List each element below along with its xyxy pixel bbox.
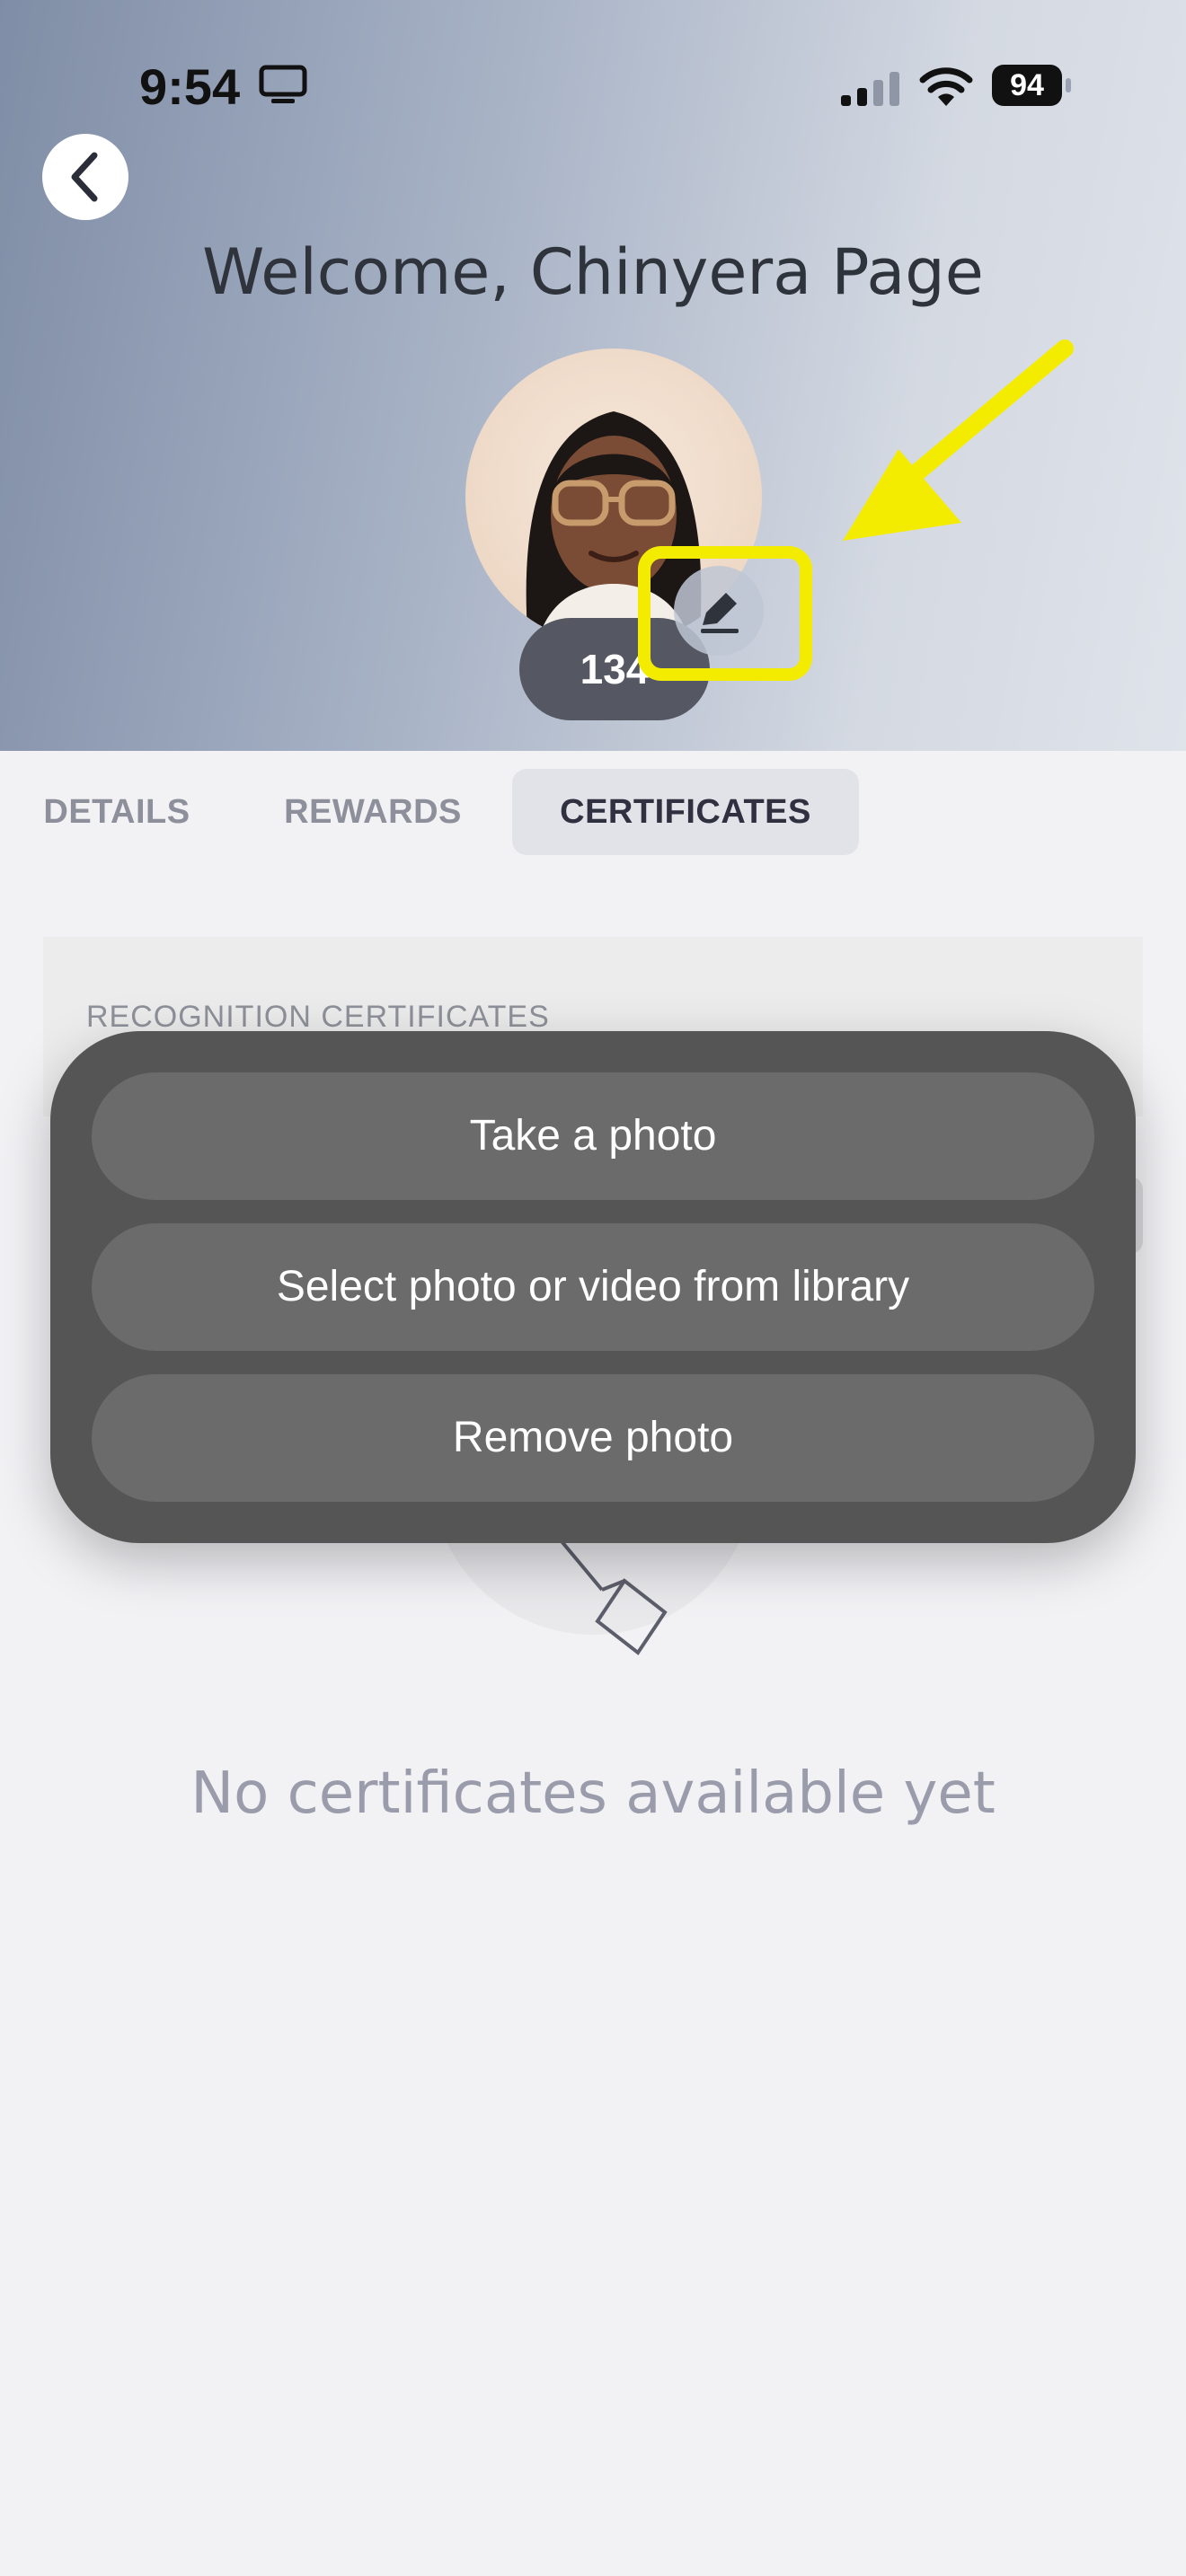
signal-icon bbox=[841, 72, 899, 106]
take-photo-button[interactable]: Take a photo bbox=[92, 1072, 1094, 1200]
back-button[interactable] bbox=[42, 134, 128, 220]
status-time: 9:54 bbox=[139, 58, 241, 115]
page-title: Welcome, Chinyera Page bbox=[202, 235, 984, 309]
tab-bar: DETAILS REWARDS CERTIFICATES bbox=[0, 751, 1186, 886]
tab-rewards[interactable]: REWARDS bbox=[261, 769, 485, 855]
tv-icon bbox=[259, 65, 307, 103]
empty-state-text: No certificates available yet bbox=[190, 1760, 996, 1827]
battery-level: 94 bbox=[992, 65, 1062, 106]
arrow-icon bbox=[843, 340, 1074, 541]
remove-photo-button[interactable]: Remove photo bbox=[92, 1374, 1094, 1502]
photo-action-sheet: Take a photo Select photo or video from … bbox=[50, 1031, 1136, 1543]
highlight-box bbox=[638, 546, 812, 681]
battery-indicator: 94 bbox=[992, 65, 1071, 106]
tab-certificates[interactable]: CERTIFICATES bbox=[512, 769, 859, 855]
tab-details[interactable]: DETAILS bbox=[27, 769, 207, 855]
card-label: RECOGNITION CERTIFICATES bbox=[86, 1000, 550, 1034]
wifi-icon bbox=[919, 67, 973, 106]
profile-header: 9:54 94 Welcome, Chinyera Page 134 bbox=[0, 0, 1186, 751]
select-from-library-button[interactable]: Select photo or video from library bbox=[92, 1223, 1094, 1351]
battery-nub bbox=[1066, 78, 1071, 93]
back-chevron-icon bbox=[71, 152, 98, 202]
